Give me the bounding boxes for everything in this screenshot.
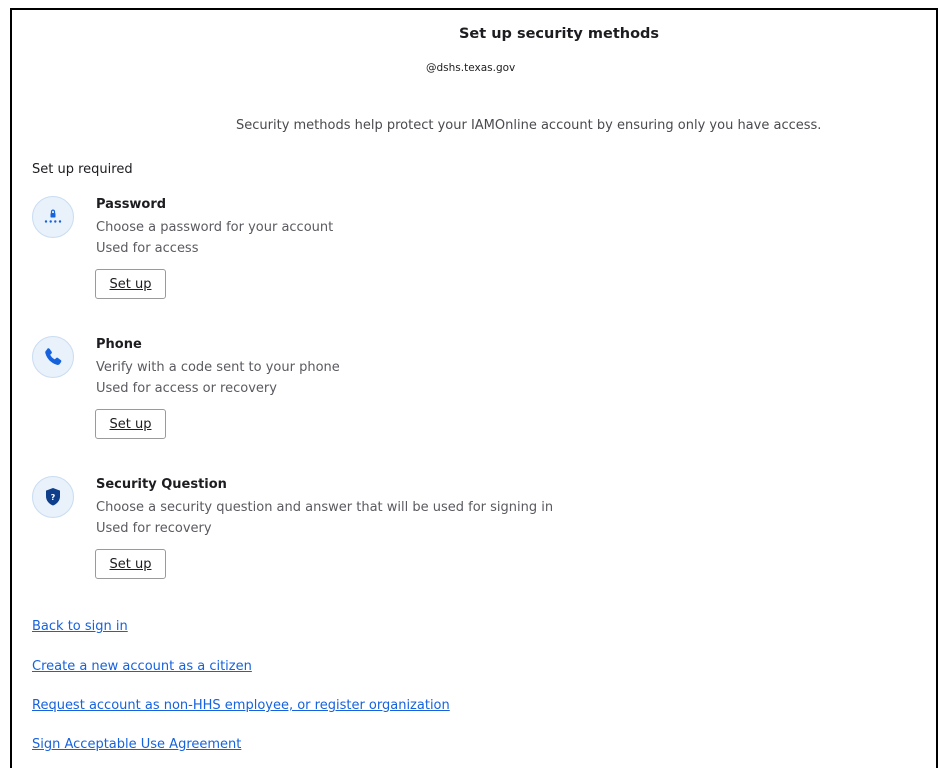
request-account-link[interactable]: Request account as non-HHS employee, or … [32,698,450,713]
svg-text:?: ? [51,493,56,502]
method-description: Verify with a code sent to your phone [96,360,340,375]
method-name: Security Question [96,477,227,492]
method-description: Choose a password for your account [96,220,334,235]
page-subtitle: Security methods help protect your IAMOn… [236,118,822,133]
page-title: Set up security methods [458,26,660,42]
back-to-sign-in-link[interactable]: Back to sign in [32,619,128,634]
security-question-setup-button[interactable]: Set up [95,549,166,579]
password-setup-button[interactable]: Set up [95,269,166,299]
method-name: Phone [96,337,142,352]
method-usage: Used for recovery [96,521,212,536]
create-account-link[interactable]: Create a new account as a citizen [32,659,252,674]
security-question-icon: ? [32,476,74,518]
user-email: @dshs.texas.gov [426,62,516,74]
phone-setup-button[interactable]: Set up [95,409,166,439]
section-heading: Set up required [32,162,133,177]
method-usage: Used for access [96,241,199,256]
sign-agreement-link[interactable]: Sign Acceptable Use Agreement [32,737,241,752]
method-name: Password [96,197,167,212]
method-usage: Used for access or recovery [96,381,277,396]
password-icon [32,196,74,238]
method-description: Choose a security question and answer th… [96,500,554,515]
phone-icon [32,336,74,378]
